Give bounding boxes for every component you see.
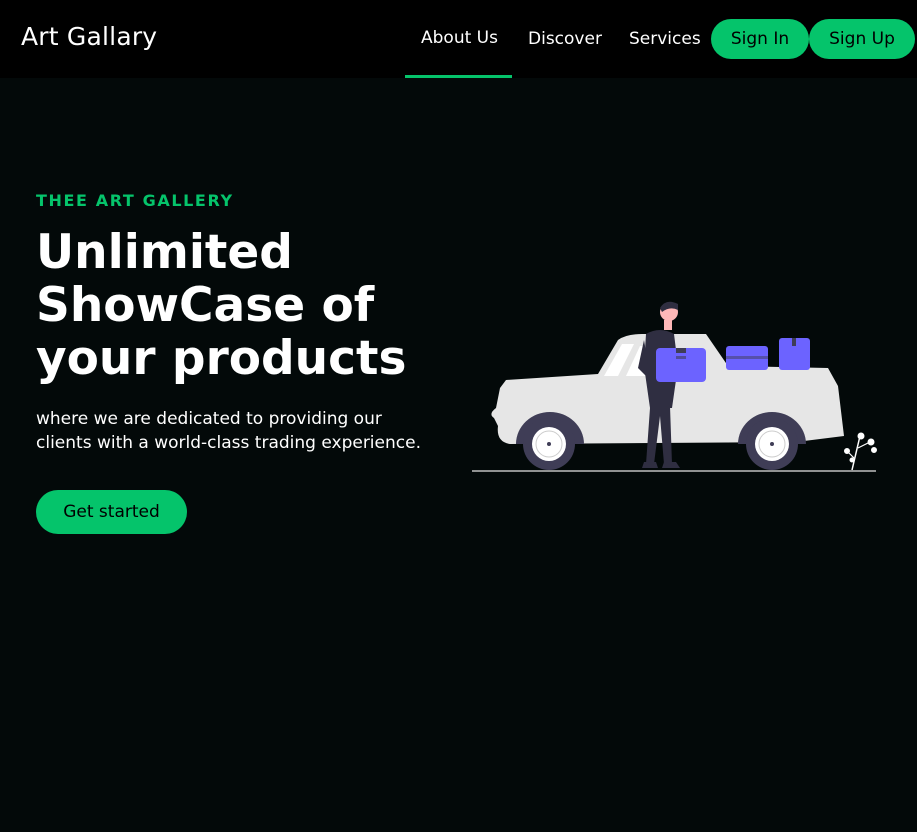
headline-line: ShowCase of — [36, 278, 375, 333]
headline-line: your products — [36, 331, 407, 386]
active-nav-indicator — [405, 75, 512, 78]
subtext-line: clients with a world-class trading exper… — [36, 433, 421, 453]
headline-line: Unlimited — [36, 225, 293, 280]
rear-wheel — [746, 418, 798, 470]
hero-eyebrow: THEE ART GALLERY — [36, 191, 234, 210]
hero-subtext: where we are dedicated to providing our … — [36, 407, 421, 455]
hero-headline: Unlimited ShowCase of your products — [36, 226, 406, 385]
front-wheel — [523, 418, 575, 470]
sign-up-button[interactable]: Sign Up — [809, 19, 915, 59]
sign-in-button[interactable]: Sign In — [711, 19, 809, 59]
brand-logo-text[interactable]: Art Gallary — [21, 22, 157, 51]
nav-link-about-us[interactable]: About Us — [421, 28, 498, 48]
top-navigation-bar: Art Gallary About Us Discover Services S… — [0, 0, 917, 78]
subtext-line: where we are dedicated to providing our — [36, 409, 382, 429]
nav-link-services[interactable]: Services — [629, 29, 701, 49]
delivery-car-illustration — [472, 301, 877, 472]
get-started-button[interactable]: Get started — [36, 490, 187, 534]
carried-box-icon — [656, 348, 706, 382]
plant-icon — [844, 432, 877, 471]
nav-link-discover[interactable]: Discover — [528, 29, 602, 49]
